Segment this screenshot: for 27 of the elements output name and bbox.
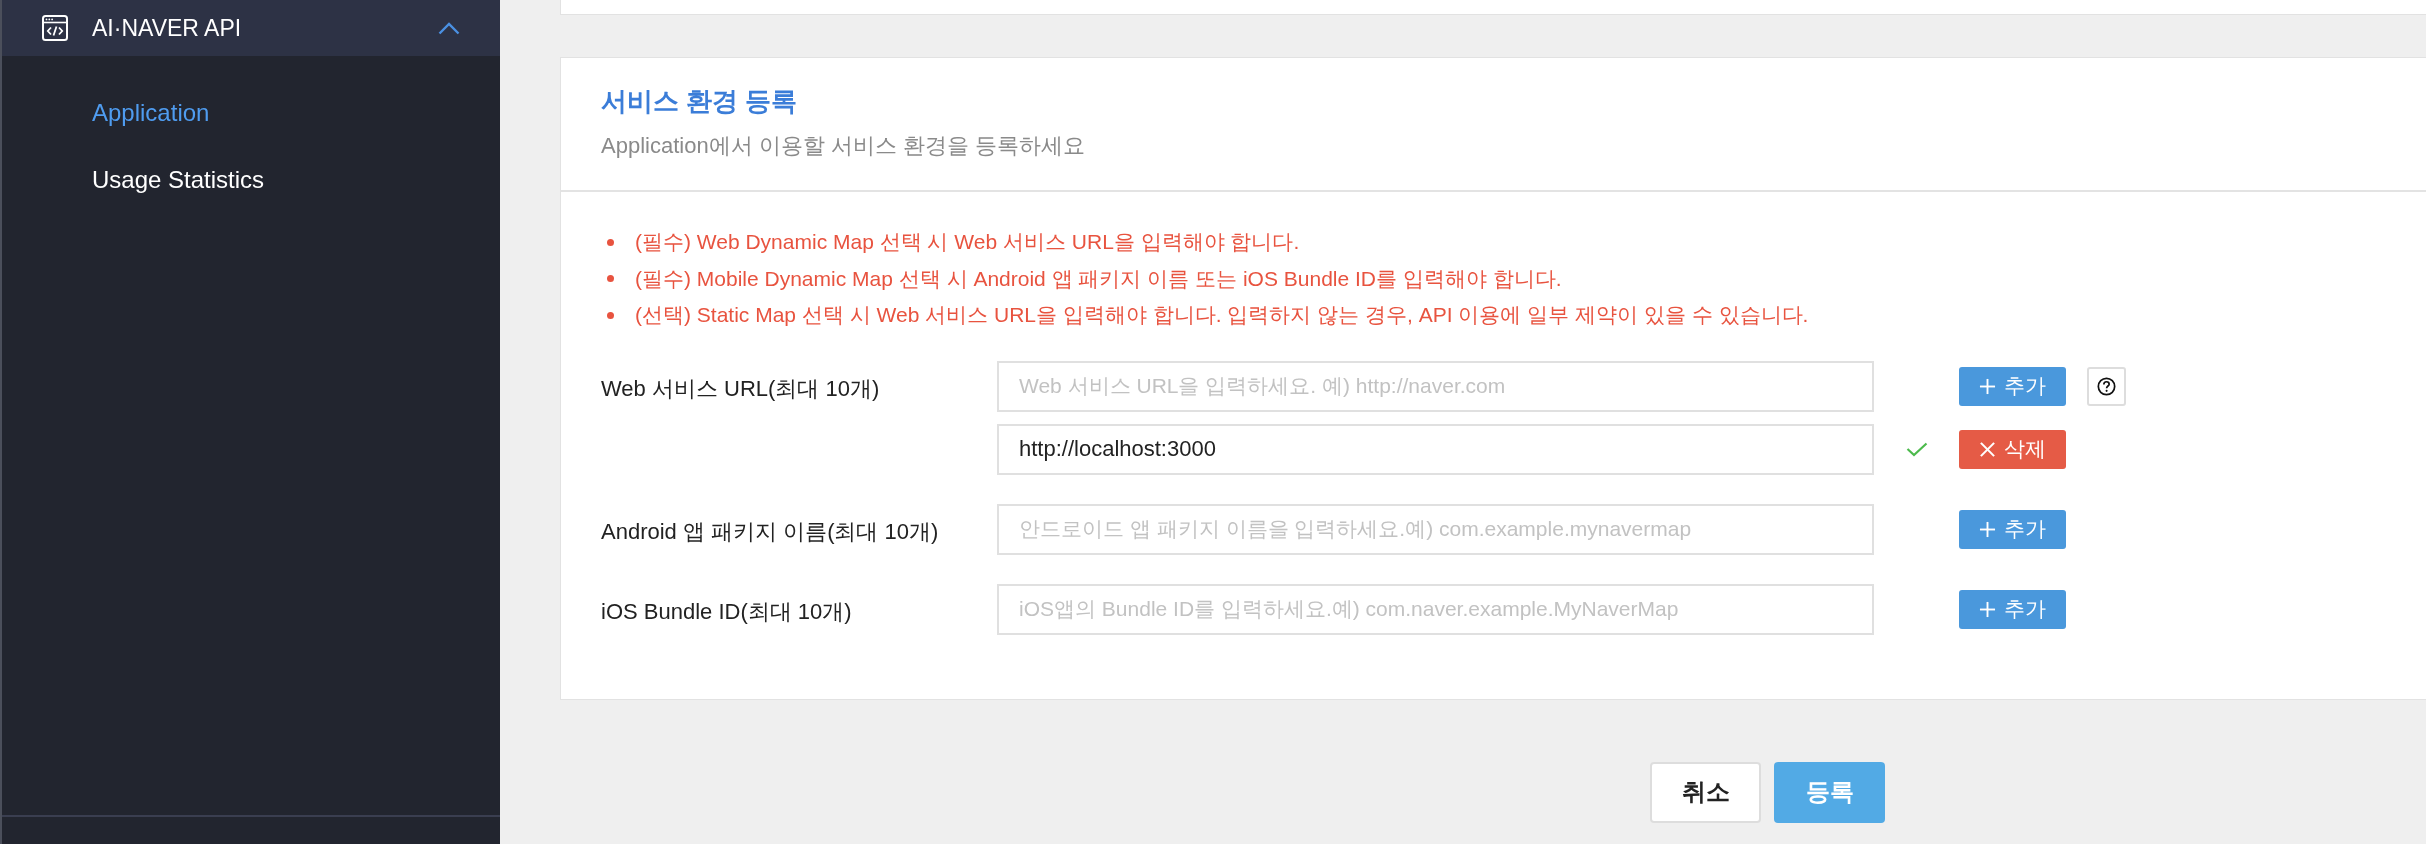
field-label: Web 서비스 URL(최대 10개): [601, 375, 880, 403]
card-title: 서비스 환경 등록: [601, 85, 799, 118]
delete-button[interactable]: 삭제: [1959, 429, 2066, 469]
text-input[interactable]: http://localhost:3000: [997, 423, 1874, 475]
text-input[interactable]: Web 서비스 URL을 입력하세요. 예) http://naver.com: [997, 360, 1874, 412]
plus-icon: [1979, 520, 1996, 538]
notice-text: (필수) Web Dynamic Map 선택 시 Web 서비스 URL을 입력해야 합니다.: [635, 229, 1300, 256]
bullet-icon: [607, 238, 614, 246]
notice-text: (필수) Mobile Dynamic Map 선택 시 Android 앱 패키지 이름 또는 iOS Bundle ID를 입력해야 합니다.: [635, 265, 1562, 292]
plus-icon: [1979, 600, 1996, 618]
sidebar-section-header[interactable]: AI·NAVER API: [2, 0, 500, 56]
cancel-button[interactable]: 취소: [1650, 761, 1761, 823]
code-window-icon: [42, 15, 68, 41]
sidebar-item[interactable]: Application: [2, 79, 500, 146]
help-icon: [2097, 376, 2116, 396]
text-input[interactable]: 안드로이드 앱 패키지 이름을 입력하세요.예) com.example.mynavermap: [997, 503, 1874, 555]
plus-icon: [1979, 377, 1996, 395]
field-label: Android 앱 패키지 이름(최대 10개): [601, 518, 939, 546]
notice-text: (선택) Static Map 선택 시 Web 서비스 URL을 입력해야 합니다. 입력하지 않는 경우, API 이용에 일부 제약이 있을 수 있습니다.: [635, 302, 1809, 329]
close-icon: [1979, 440, 1996, 458]
text-input[interactable]: iOS앱의 Bundle ID를 입력하세요.예) com.naver.example.MyNaverMap: [997, 583, 1874, 635]
help-button[interactable]: [2087, 366, 2126, 406]
sidebar-item[interactable]: Usage Statistics: [2, 146, 500, 213]
bullet-icon: [607, 275, 614, 283]
bullet-icon: [607, 311, 614, 319]
field-label: iOS Bundle ID(최대 10개): [601, 598, 852, 626]
card-subtitle: Application에서 이용할 서비스 환경을 등록하세요: [601, 132, 1087, 160]
